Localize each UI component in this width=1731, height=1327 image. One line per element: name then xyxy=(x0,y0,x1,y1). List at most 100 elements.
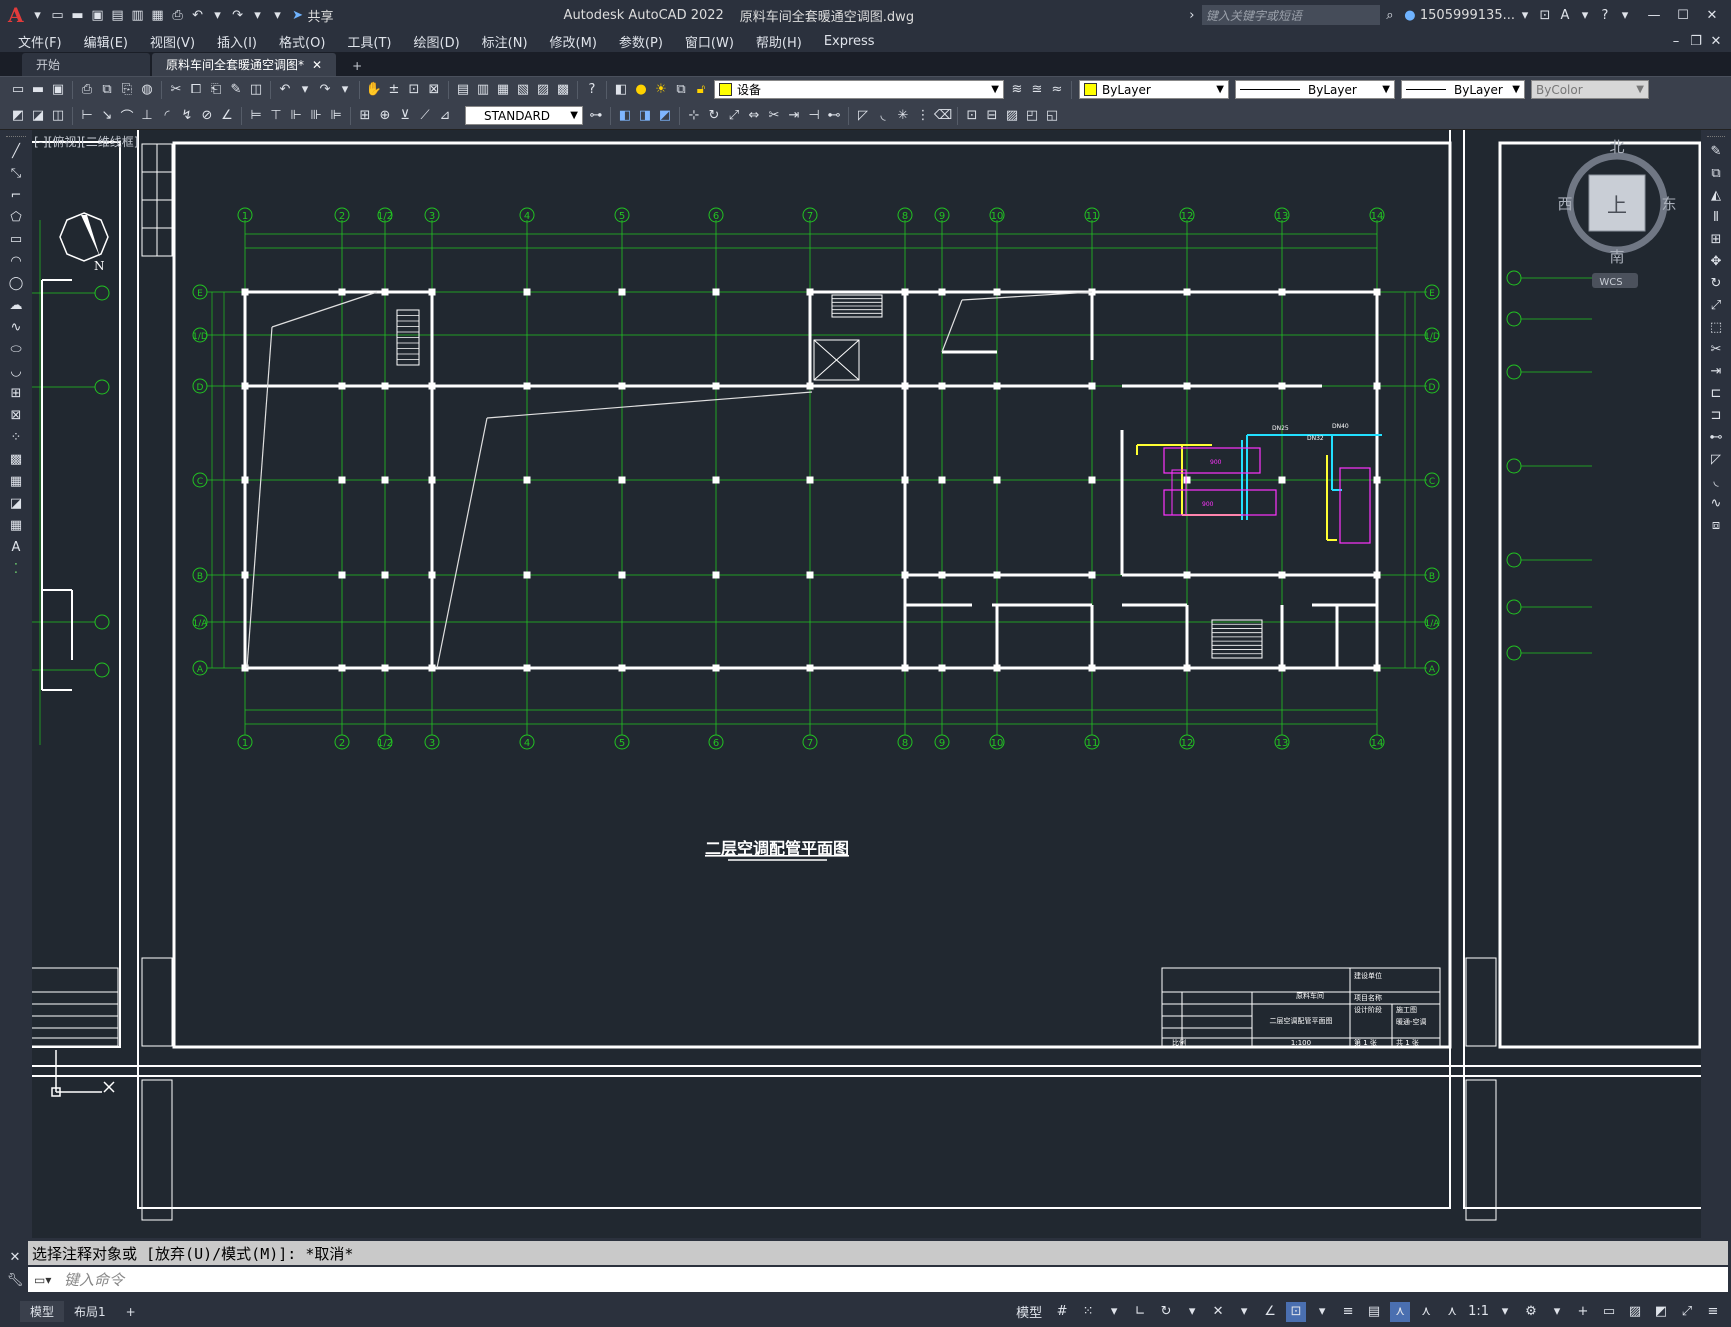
layer-tool-icon[interactable]: ◪ xyxy=(29,107,47,125)
insert-block-icon[interactable]: ⊡ xyxy=(963,107,981,125)
isodraft-dropdown-icon[interactable]: ▾ xyxy=(1234,1302,1254,1322)
auto-scale-icon[interactable]: ⋏ xyxy=(1442,1302,1462,1322)
graphics-perf-icon[interactable]: ◩ xyxy=(1651,1302,1671,1322)
line-icon[interactable]: ╱ xyxy=(5,141,27,161)
osnap-icon[interactable]: ⊡ xyxy=(1286,1301,1307,1322)
help-icon[interactable]: ? xyxy=(1596,6,1614,24)
undo-dropdown-icon[interactable]: ▾ xyxy=(209,6,227,24)
layer-properties-icon[interactable]: ◧ xyxy=(612,81,630,99)
move-icon[interactable]: ⊹ xyxy=(685,107,703,125)
cut-icon[interactable]: ✂ xyxy=(167,81,185,99)
tolerance-icon[interactable]: ⊞ xyxy=(356,107,374,125)
trim-icon[interactable]: ✂ xyxy=(765,107,783,125)
polygon-icon[interactable]: ⬠ xyxy=(5,207,27,227)
viewcube-north[interactable]: 北 xyxy=(1609,138,1624,156)
insert-block-left-icon[interactable]: ⊞ xyxy=(5,383,27,403)
angular-icon[interactable]: ∠ xyxy=(218,107,236,125)
fillet-icon[interactable]: ◟ xyxy=(874,107,892,125)
tab-layout1[interactable]: 布局1 xyxy=(64,1301,116,1322)
doc-restore-icon[interactable]: ❐ xyxy=(1687,32,1705,50)
new-file-icon[interactable]: ▭ xyxy=(49,6,67,24)
undo-tb-dropdown-icon[interactable]: ▾ xyxy=(296,81,314,99)
object-track-icon[interactable]: ∠ xyxy=(1260,1302,1280,1322)
isodraft-icon[interactable]: ✕ xyxy=(1208,1302,1228,1322)
help-dropdown-icon[interactable]: ▾ xyxy=(1616,6,1634,24)
xref-icon[interactable]: ⊟ xyxy=(983,107,1001,125)
erase-icon[interactable]: ⌫ xyxy=(934,107,952,125)
menu-modify[interactable]: 修改(M) xyxy=(550,32,597,51)
customization-icon[interactable]: ≡ xyxy=(1703,1302,1723,1322)
scale-icon[interactable]: ⤢ xyxy=(725,107,743,125)
table-icon[interactable]: ▦ xyxy=(5,515,27,535)
trim-right-icon[interactable]: ✂ xyxy=(1705,339,1727,359)
layer-dropdown[interactable]: 设备 ▼ xyxy=(714,80,1004,99)
grid-icon[interactable]: # xyxy=(1052,1302,1072,1322)
new-tab-button[interactable]: + xyxy=(338,56,376,76)
menu-tools[interactable]: 工具(T) xyxy=(347,32,391,51)
plot-icon[interactable]: ⎙ xyxy=(169,6,187,24)
menu-insert[interactable]: 插入(I) xyxy=(217,32,257,51)
viewport-controls[interactable]: [-][俯视][二维线框] xyxy=(34,134,138,149)
command-settings-icon[interactable]: 🔧︎ xyxy=(6,1271,24,1289)
qnew-icon[interactable]: ▭ xyxy=(9,81,27,99)
polyline-icon[interactable]: ⌐ xyxy=(5,185,27,205)
offset-right-icon[interactable]: ⫴ xyxy=(1705,207,1727,227)
hatch-icon[interactable]: ▩ xyxy=(5,449,27,469)
redo-tb-icon[interactable]: ↷ xyxy=(316,81,334,99)
copy-icon[interactable]: ⧠ xyxy=(187,81,205,99)
offset-icon[interactable]: ◩ xyxy=(656,107,674,125)
paste-icon[interactable]: ⎗ xyxy=(207,81,225,99)
annotation-visibility-icon[interactable]: ⋏ xyxy=(1416,1302,1436,1322)
menu-format[interactable]: 格式(O) xyxy=(279,32,325,51)
redo-dropdown-icon[interactable]: ▾ xyxy=(249,6,267,24)
tool-palettes-icon[interactable]: ▦ xyxy=(494,81,512,99)
search-input[interactable]: 键入关键字或短语 xyxy=(1201,5,1380,25)
user-name[interactable]: 1505999135... xyxy=(1420,8,1515,23)
transparency-icon[interactable]: ▤ xyxy=(1364,1302,1384,1322)
customize-qat-icon[interactable]: ▾ xyxy=(269,6,287,24)
app-dropdown-icon[interactable]: ▾ xyxy=(1576,6,1594,24)
autodesk-app-icon[interactable]: A xyxy=(1556,6,1574,24)
command-prompt-icon[interactable]: ▭▾ xyxy=(34,1273,51,1287)
arc-length-icon[interactable]: ⌒ xyxy=(118,107,136,125)
publish-icon[interactable]: ⎘ xyxy=(118,81,136,99)
open-folder-icon[interactable]: ▬ xyxy=(69,6,87,24)
viewcube-top[interactable]: 上 xyxy=(1607,193,1627,217)
tab-start[interactable]: 开始 xyxy=(22,53,150,76)
mirror-icon[interactable]: ◨ xyxy=(636,107,654,125)
annotation-scale-icon[interactable]: ⋏ xyxy=(1390,1301,1411,1322)
match-prop-icon[interactable]: ✎ xyxy=(227,81,245,99)
viewcube-east[interactable]: 东 xyxy=(1661,195,1676,213)
user-icon[interactable]: ● xyxy=(1401,6,1419,24)
ellipse-icon[interactable]: ⬭ xyxy=(5,339,27,359)
extend-right-icon[interactable]: ⇥ xyxy=(1705,361,1727,381)
construction-line-icon[interactable]: ⤡ xyxy=(5,163,27,183)
zoom-previous-icon[interactable]: ⊠ xyxy=(425,81,443,99)
center-mark-icon[interactable]: ⊕ xyxy=(376,107,394,125)
break-icon[interactable]: ⊫ xyxy=(327,107,345,125)
ortho-icon[interactable]: ∟ xyxy=(1130,1302,1150,1322)
dim-edit-icon[interactable]: ⊿ xyxy=(436,107,454,125)
ordinate-icon[interactable]: ⊥ xyxy=(138,107,156,125)
layer-previous-icon[interactable]: ≊ xyxy=(1028,81,1046,99)
stretch-icon[interactable]: ⇔ xyxy=(745,107,763,125)
mtext-icon[interactable]: A xyxy=(5,537,27,557)
maximize-icon[interactable]: ☐ xyxy=(1674,6,1692,24)
preview-icon[interactable]: ⧉ xyxy=(98,81,116,99)
polar-dropdown-icon[interactable]: ▾ xyxy=(1182,1302,1202,1322)
tab-close-icon[interactable]: ✕ xyxy=(312,58,322,72)
break-right-icon[interactable]: ⊐ xyxy=(1705,405,1727,425)
user-dropdown-icon[interactable]: ▾ xyxy=(1516,6,1534,24)
move-right-icon[interactable]: ✥ xyxy=(1705,251,1727,271)
baseline-icon[interactable]: ⊤ xyxy=(267,107,285,125)
revcloud-icon[interactable]: ☁ xyxy=(5,295,27,315)
continue-icon[interactable]: ⊩ xyxy=(287,107,305,125)
space-icon[interactable]: ⊪ xyxy=(307,107,325,125)
radius-icon[interactable]: ◜ xyxy=(158,107,176,125)
doc-close-icon[interactable]: ✕ xyxy=(1707,32,1725,50)
save-tb-icon[interactable]: ▣ xyxy=(49,81,67,99)
erase-right-icon[interactable]: ✎ xyxy=(1705,141,1727,161)
wcs-label[interactable]: WCS xyxy=(1599,277,1622,288)
arc-icon[interactable]: ◠ xyxy=(5,251,27,271)
menu-express[interactable]: Express xyxy=(824,34,875,49)
